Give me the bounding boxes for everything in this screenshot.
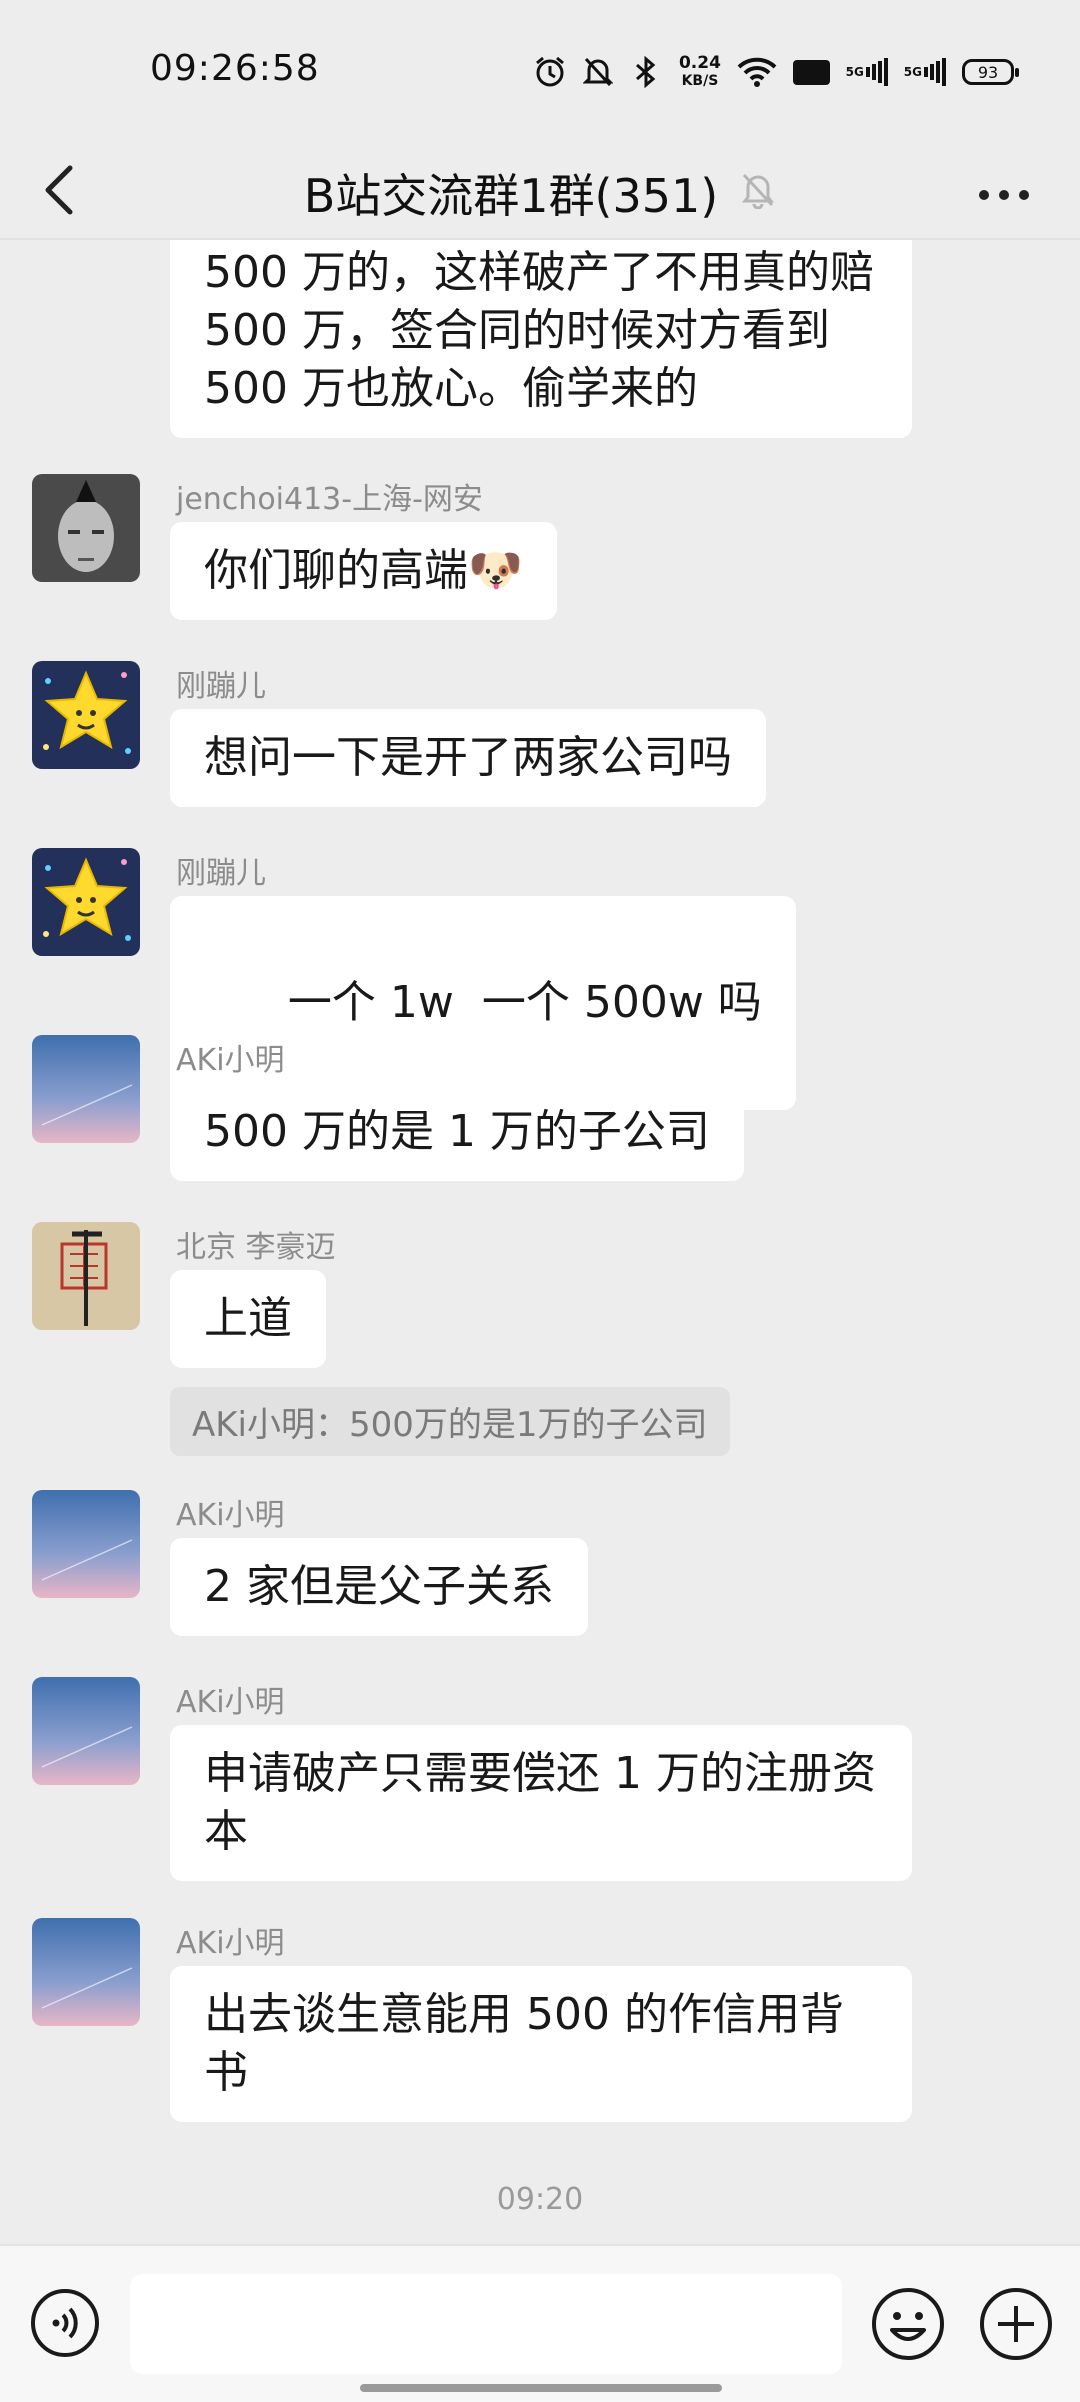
message-text: 2 家但是父子关系 — [204, 1561, 554, 1612]
avatar[interactable] — [32, 1490, 140, 1598]
sender-name: AKi小明 — [176, 1043, 285, 1078]
avatar[interactable] — [32, 474, 140, 582]
voice-button[interactable] — [30, 2288, 100, 2358]
message-text: 一个 1w 一个 500w 吗 — [287, 977, 762, 1028]
message-line: 申请破产只需要偿还 1 万的注册资 — [204, 1748, 876, 1799]
signal-icon-2: 5G — [904, 58, 946, 86]
input-bar — [0, 2244, 1080, 2402]
sender-name: 刚蹦儿 — [176, 669, 266, 704]
message-line: 书 — [204, 2047, 248, 2098]
avatar[interactable] — [32, 1677, 140, 1785]
more-dots-icon — [979, 190, 1029, 200]
avatar[interactable] — [32, 1918, 140, 2026]
sender-name: AKi小明 — [176, 1498, 285, 1533]
more-button[interactable] — [964, 160, 1044, 220]
sender-name: 北京 李豪迈 — [176, 1230, 336, 1265]
sender-name: AKi小明 — [176, 1685, 285, 1720]
more-functions-button[interactable] — [978, 2286, 1054, 2362]
message-text: 想问一下是开了两家公司吗 — [204, 732, 732, 783]
bell-off-icon — [740, 166, 776, 220]
sender-name: 刚蹦儿 — [176, 856, 266, 891]
message-bubble[interactable]: 2 家但是父子关系 — [170, 1538, 588, 1636]
network-speed: 0.24 KB/S — [678, 53, 721, 89]
message-timestamp: 09:20 — [496, 2182, 584, 2217]
emoji-icon — [872, 2288, 944, 2360]
message-bubble[interactable]: 出去谈生意能用 500 的作信用背 书 — [170, 1966, 912, 2122]
hd-icon: HD — [792, 59, 830, 85]
message-text: 500 万的是 1 万的子公司 — [204, 1106, 710, 1157]
header-title-area: B站交流群1群(351) — [0, 160, 1080, 226]
message-bubble[interactable]: 500 万的，这样破产了不用真的赔 500 万，签合同的时候对方看到 500 万… — [170, 240, 912, 438]
message-text: 你们聊的高端 — [204, 545, 468, 596]
doge-emoji-icon: 🐶 — [468, 545, 523, 596]
battery-icon: 93 — [962, 59, 1019, 85]
bluetooth-icon — [629, 55, 663, 89]
message-bubble[interactable]: 想问一下是开了两家公司吗 — [170, 709, 766, 807]
message-bubble[interactable]: 你们聊的高端🐶 — [170, 522, 557, 620]
message-bubble[interactable]: 500 万的是 1 万的子公司 — [170, 1083, 744, 1181]
message-line: 出去谈生意能用 500 的作信用背 — [204, 1989, 844, 2040]
sender-name: jenchoi413-上海-网安 — [176, 482, 483, 517]
avatar[interactable] — [32, 1222, 140, 1330]
sender-name: AKi小明 — [176, 1926, 285, 1961]
signal-icon: 5G — [846, 58, 888, 86]
voice-icon — [31, 2289, 99, 2357]
alarm-icon — [533, 55, 567, 89]
page-title: B站交流群1群(351) — [303, 169, 719, 223]
quoted-message[interactable]: AKi小明：500万的是1万的子公司 — [170, 1387, 730, 1456]
message-bubble[interactable]: 申请破产只需要偿还 1 万的注册资 本 — [170, 1725, 912, 1881]
message-text: 上道 — [204, 1293, 292, 1344]
status-bar: 09:26:58 0.24 KB/S HD 5G 5G 93 — [0, 0, 1080, 140]
message-bubble[interactable]: 上道 — [170, 1270, 326, 1368]
avatar[interactable] — [32, 848, 140, 956]
home-indicator[interactable] — [360, 2384, 722, 2392]
silent-icon — [582, 55, 613, 89]
message-line: 500 万也放心。偷学来的 — [204, 363, 698, 414]
message-line: 500 万，签合同的时候对方看到 — [204, 305, 830, 356]
chat-header: B站交流群1群(351) — [0, 140, 1080, 240]
message-input[interactable] — [130, 2274, 842, 2374]
avatar[interactable] — [32, 661, 140, 769]
message-line: 500 万的，这样破产了不用真的赔 — [204, 247, 874, 298]
wifi-icon — [737, 56, 777, 88]
status-time: 09:26:58 — [150, 48, 320, 89]
message-line: 本 — [204, 1806, 248, 1857]
status-icons: 0.24 KB/S HD 5G 5G 93 — [533, 50, 1019, 94]
emoji-button[interactable] — [870, 2286, 946, 2362]
plus-icon — [980, 2288, 1052, 2360]
message-list[interactable]: 500 万的，这样破产了不用真的赔 500 万，签合同的时候对方看到 500 万… — [0, 240, 1080, 2240]
avatar[interactable] — [32, 1035, 140, 1143]
